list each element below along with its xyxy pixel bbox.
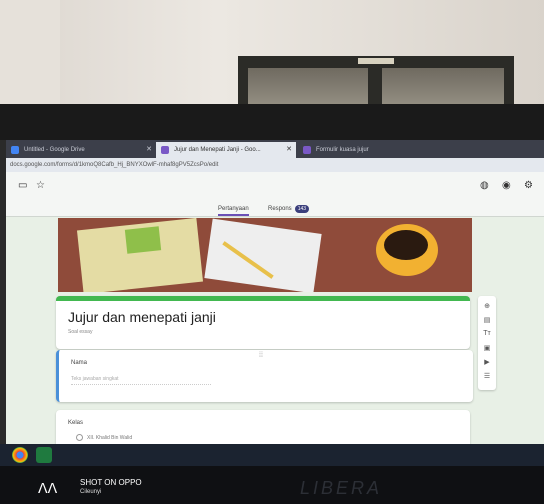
form-title-card[interactable]: Jujur dan menepati janji Soal essay [56, 296, 470, 349]
monitor-screen: Untitled - Google Drive ✕ Jujur dan Mene… [6, 140, 544, 470]
star-icon[interactable]: ☆ [36, 180, 45, 191]
add-video-icon[interactable]: ▶ [482, 358, 492, 366]
question-label[interactable]: Kelas [68, 420, 83, 426]
tab-label: Jujur dan Menepati Janji - Goo... [174, 147, 261, 153]
excel-icon[interactable] [36, 447, 52, 463]
address-bar[interactable]: docs.google.com/forms/d/1kmoQ8Cafb_Hj_BN… [6, 158, 544, 172]
tab-responses-label: Respons [268, 206, 292, 212]
papers [204, 218, 322, 292]
import-question-icon[interactable]: ▤ [482, 316, 492, 324]
monitor-brand: LIBERA [300, 478, 383, 498]
watermark-location: Cileunyi [80, 489, 102, 495]
tab-label: Untitled - Google Drive [24, 147, 85, 153]
question-card[interactable]: ⁞⁞ Nama Teks jawaban singkat [56, 350, 473, 402]
tab-label: Formulir kuasa jujur [316, 147, 369, 153]
close-icon[interactable]: ✕ [286, 142, 292, 158]
browser-tab[interactable]: Formulir kuasa jujur [298, 142, 418, 158]
window-plate [358, 58, 394, 64]
radio-option[interactable]: XII. Khalid Bin Walid [76, 434, 132, 441]
responses-count-badge: 143 [294, 205, 310, 213]
settings-gear-icon[interactable]: ⚙ [524, 180, 533, 191]
form-description[interactable]: Soal essay [68, 329, 92, 335]
browser-tab-active[interactable]: Jujur dan Menepati Janji - Goo... ✕ [156, 142, 296, 158]
os-taskbar [0, 444, 544, 466]
palette-icon[interactable]: ◍ [480, 180, 489, 191]
tab-questions[interactable]: Pertanyaan [218, 204, 249, 216]
question-label[interactable]: Nama [71, 360, 87, 366]
tab-responses[interactable]: Respons 143 [268, 204, 310, 214]
coffee [384, 230, 428, 260]
forms-icon [161, 146, 169, 154]
form-subnav: Pertanyaan Respons 143 [6, 204, 544, 217]
add-title-icon[interactable]: Tт [482, 330, 492, 337]
add-image-icon[interactable]: ▣ [482, 344, 492, 352]
add-question-icon[interactable]: ⊕ [482, 302, 492, 310]
wall-pillar [0, 0, 60, 110]
watermark-text: SHOT ON OPPO [80, 478, 142, 487]
close-icon[interactable]: ✕ [146, 142, 152, 158]
form-header-image [58, 218, 472, 292]
sticky-note [124, 226, 162, 254]
forms-icon [303, 146, 311, 154]
form-title[interactable]: Jujur dan menepati janji [68, 309, 216, 325]
floating-toolbar: ⊕ ▤ Tт ▣ ▶ ☰ [478, 296, 496, 390]
browser-tab[interactable]: Untitled - Google Drive ✕ [6, 142, 156, 158]
chrome-icon[interactable] [12, 447, 28, 463]
preview-eye-icon[interactable]: ◉ [502, 180, 511, 191]
drag-handle-icon[interactable]: ⁞⁞ [259, 352, 263, 359]
camera-watermark-icon: ᐱᐱ [38, 480, 58, 496]
browser-tab-bar: Untitled - Google Drive ✕ Jujur dan Mene… [6, 140, 544, 158]
folder-icon[interactable]: ▭ [18, 180, 27, 191]
short-answer-field: Teks jawaban singkat [71, 376, 211, 385]
drive-icon [11, 146, 19, 154]
monitor-bezel-top [0, 104, 544, 140]
forms-toolbar: ▭ ☆ ◍ ◉ ⚙ [6, 172, 544, 204]
add-section-icon[interactable]: ☰ [482, 372, 492, 380]
